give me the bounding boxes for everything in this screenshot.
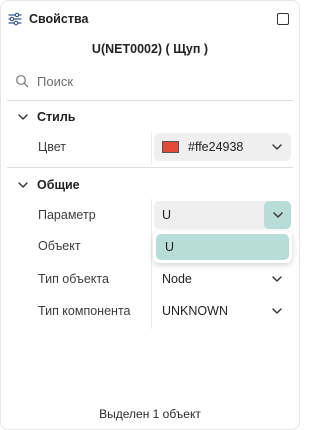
chevron-down-icon [271, 273, 283, 285]
section-style-header[interactable]: Стиль [17, 110, 75, 124]
parameter-dropdown-menu: U [153, 231, 292, 263]
panel-title: Свойства [29, 12, 89, 26]
chevron-down-icon [271, 305, 283, 317]
dropdown-option[interactable]: U [156, 234, 289, 260]
chevron-down-icon [17, 111, 29, 123]
chevron-down-icon [17, 179, 29, 191]
search-input[interactable] [37, 73, 277, 89]
panel-header: Свойства [1, 1, 299, 37]
color-picker[interactable]: #ffe24938 [154, 133, 291, 161]
divider [7, 100, 293, 101]
chevron-down-icon [272, 212, 283, 218]
selection-status: Выделен 1 объект [99, 407, 201, 421]
object-name: U(NET0002) ( Щуп ) [91, 42, 209, 56]
component-type-select[interactable]: UNKNOWN [154, 297, 291, 325]
object-type-select[interactable]: Node [154, 265, 291, 293]
component-type-value: UNKNOWN [162, 304, 228, 318]
object-type-label: Тип объекта [38, 272, 109, 286]
section-title: Общие [37, 178, 80, 192]
parameter-label: Параметр [38, 208, 96, 222]
color-label: Цвет [38, 140, 67, 154]
properties-panel: Свойства U(NET0002) ( Щуп ) Стиль Цвет #… [0, 0, 300, 430]
search-box[interactable] [15, 71, 287, 91]
component-type-label: Тип компонента [38, 304, 131, 318]
parameter-select[interactable]: U [154, 201, 291, 229]
color-swatch [162, 141, 179, 153]
object-type-value: Node [162, 272, 192, 286]
color-value: #ffe24938 [188, 140, 244, 154]
sliders-icon [7, 11, 23, 27]
maximize-icon[interactable] [277, 13, 289, 25]
chevron-down-icon [271, 141, 283, 153]
dropdown-toggle-button[interactable] [264, 201, 291, 229]
search-icon [15, 74, 29, 88]
section-title: Стиль [37, 110, 76, 124]
divider [7, 167, 293, 168]
section-general-header[interactable]: Общие [17, 178, 80, 192]
object-label: Объект [38, 239, 81, 253]
